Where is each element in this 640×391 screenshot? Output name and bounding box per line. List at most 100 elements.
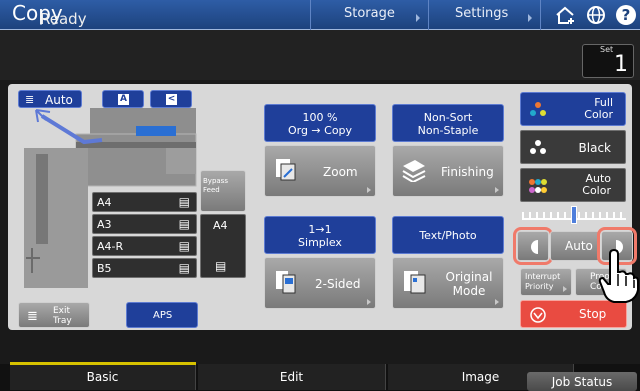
original-mode-label: Auto xyxy=(45,93,73,107)
two-sided-button[interactable]: 2-Sided xyxy=(264,257,376,309)
set-label: Set xyxy=(600,45,614,54)
status-text: Ready xyxy=(40,10,87,28)
density-tick xyxy=(529,212,531,218)
duplex-simplex: Simplex xyxy=(298,236,342,249)
orientation-landscape-button[interactable]: < xyxy=(150,90,192,108)
black-button[interactable]: Black xyxy=(520,130,626,164)
zoom-icon xyxy=(276,159,296,181)
tray-list-icon: ▤ xyxy=(215,259,227,273)
full-color-icon xyxy=(530,102,546,116)
tray-1-button[interactable]: A4 ▤ xyxy=(92,192,197,212)
original-mode-label-2: Mode xyxy=(452,284,486,298)
storage-button[interactable]: Storage xyxy=(344,6,395,21)
original-mode-button[interactable]: Original Mode xyxy=(392,257,504,309)
original-mode-value: Text/Photo xyxy=(419,229,477,242)
full-color-button[interactable]: Full Color xyxy=(520,92,626,126)
tray-2-button[interactable]: A3 ▤ xyxy=(92,214,197,234)
separator xyxy=(540,0,541,30)
chevron-right-icon xyxy=(528,14,532,22)
separator xyxy=(310,0,311,30)
tray-4-size: B5 xyxy=(97,262,112,275)
stop-icon xyxy=(530,307,546,323)
stop-label: Stop xyxy=(579,307,607,321)
duplex-mode: 1→1 xyxy=(308,223,332,236)
density-tick xyxy=(550,212,552,218)
pointing-hand-icon xyxy=(598,248,639,303)
density-tick xyxy=(536,212,538,218)
status-area xyxy=(0,30,640,80)
two-sided-icon xyxy=(276,271,296,294)
bypass-feed-button[interactable]: Bypass Feed xyxy=(200,170,246,212)
chevron-right-icon xyxy=(416,14,420,22)
tray-list-icon: ▤ xyxy=(178,261,190,275)
density-tick xyxy=(585,212,587,218)
density-tick xyxy=(578,212,580,218)
tray-4-button[interactable]: B5 ▤ xyxy=(92,258,197,278)
svg-text:?: ? xyxy=(622,6,631,24)
density-tick xyxy=(613,212,615,218)
original-mode-info[interactable]: Text/Photo xyxy=(392,216,504,254)
density-tick xyxy=(522,212,524,218)
portrait-a-icon: A xyxy=(118,94,129,105)
zoom-ratio: 100 % xyxy=(302,111,338,124)
paper-stack-icon: ≣ xyxy=(25,93,35,106)
density-tick xyxy=(606,212,608,218)
density-tick xyxy=(599,212,601,218)
tray-1-size: A4 xyxy=(97,196,112,209)
tray-3-button[interactable]: A4-R ▤ xyxy=(92,236,197,256)
exit-tray-label: Exit Tray xyxy=(53,306,72,326)
paper-stack-icon: ≣ xyxy=(27,309,38,324)
zoom-label: Zoom xyxy=(323,165,358,179)
landscape-a-icon: < xyxy=(166,94,177,105)
density-auto-label: Auto xyxy=(565,239,593,253)
full-color-label: Full Color xyxy=(584,96,613,121)
black-label: Black xyxy=(578,141,611,155)
interrupt-priority-label: Interrupt Priority xyxy=(525,272,561,291)
aps-button[interactable]: APS xyxy=(126,302,198,328)
density-lighter-button[interactable] xyxy=(517,231,549,261)
density-auto-button[interactable]: Auto xyxy=(550,231,600,261)
original-mode-label-1: Original xyxy=(445,270,493,284)
zoom-info[interactable]: 100 % Org → Copy xyxy=(264,104,376,142)
job-status-button[interactable]: Job Status xyxy=(527,372,637,391)
finishing-button[interactable]: Finishing xyxy=(392,145,504,197)
finishing-stack-icon xyxy=(402,160,426,182)
finishing-info[interactable]: Non-Sort Non-Staple xyxy=(392,104,504,142)
bypass-feed-label: Bypass Feed xyxy=(203,177,228,194)
tray-list-icon: ▤ xyxy=(178,239,190,253)
density-tick xyxy=(592,212,594,218)
black-mode-icon xyxy=(530,140,546,154)
original-mode-icon xyxy=(404,271,426,294)
active-tab-indicator xyxy=(10,362,196,365)
finishing-staple: Non-Staple xyxy=(417,124,479,137)
density-tick xyxy=(557,212,559,218)
finishing-sort: Non-Sort xyxy=(423,111,473,124)
original-mode-auto-button[interactable]: ≣ Auto xyxy=(18,90,82,108)
auto-color-button[interactable]: Auto Color xyxy=(520,168,626,202)
density-tick xyxy=(564,212,566,218)
density-tick xyxy=(620,212,622,218)
separator xyxy=(428,0,429,30)
bypass-size-label: A4 xyxy=(213,219,228,232)
duplex-info[interactable]: 1→1 Simplex xyxy=(264,216,376,254)
globe-icon[interactable] xyxy=(582,3,610,27)
home-add-icon[interactable] xyxy=(552,3,580,27)
tab-basic[interactable]: Basic xyxy=(10,364,196,390)
exit-tray-button[interactable]: ≣ Exit Tray xyxy=(18,302,90,328)
title-bar xyxy=(0,0,640,30)
help-icon[interactable]: ? xyxy=(612,3,640,27)
settings-button[interactable]: Settings xyxy=(455,6,508,21)
interrupt-priority-button[interactable]: Interrupt Priority xyxy=(520,268,572,296)
tray-list-icon: ▤ xyxy=(178,195,190,209)
half-moon-left-icon xyxy=(531,240,538,254)
stop-button[interactable]: Stop xyxy=(520,300,627,328)
tray-list-icon: ▤ xyxy=(178,217,190,231)
aps-label: APS xyxy=(153,310,173,321)
zoom-button[interactable]: Zoom xyxy=(264,145,376,197)
density-slider-thumb[interactable] xyxy=(571,206,577,224)
tab-edit[interactable]: Edit xyxy=(198,364,386,390)
auto-color-label: Auto Color xyxy=(582,172,611,197)
bypass-size-button[interactable]: A4 ▤ xyxy=(200,214,246,278)
tray-2-size: A3 xyxy=(97,218,112,231)
orientation-portrait-button[interactable]: A xyxy=(102,90,144,108)
